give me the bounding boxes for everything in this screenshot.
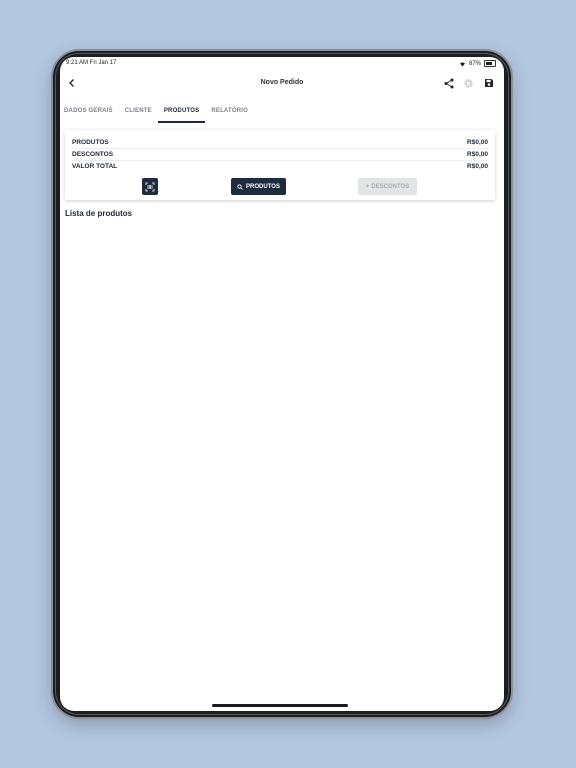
barcode-scan-icon [145, 182, 155, 191]
tab-cliente[interactable]: CLIENTE [119, 99, 158, 123]
cancel-icon[interactable] [464, 79, 473, 88]
summary-row-produtos: PRODUTOS R$0,00 [72, 137, 488, 149]
share-icon[interactable] [444, 78, 454, 89]
battery-icon [484, 60, 496, 67]
add-discount-button[interactable]: + DESCONTOS [358, 178, 417, 195]
barcode-scan-button[interactable] [142, 178, 158, 195]
app-screen: 9:21 AM Fri Jan 17 87% Novo Pedido DADOS… [60, 57, 504, 711]
status-bar: 9:21 AM Fri Jan 17 87% [60, 57, 504, 69]
plus-icon: + [365, 183, 370, 190]
nav-bar: Novo Pedido [60, 71, 504, 97]
wifi-icon [459, 62, 465, 66]
tab-dados-gerais[interactable]: DADOS GERAIS [60, 99, 119, 123]
summary-label: VALOR TOTAL [72, 163, 118, 170]
search-icon [237, 183, 243, 190]
status-time: 9:21 AM Fri Jan 17 [66, 60, 117, 66]
home-indicator [212, 704, 348, 707]
summary-value: R$0,00 [467, 139, 488, 146]
summary-label: PRODUTOS [72, 139, 109, 146]
order-summary-card: PRODUTOS R$0,00 DESCONTOS R$0,00 VALOR T… [65, 130, 495, 200]
battery-percent: 87% [468, 60, 481, 67]
page-title: Novo Pedido [260, 79, 304, 86]
save-icon[interactable] [484, 78, 494, 88]
summary-value: R$0,00 [467, 163, 488, 170]
search-products-label: PRODUTOS [246, 183, 280, 190]
product-list-title: Lista de produtos [65, 209, 133, 218]
add-discount-label: DESCONTOS [371, 183, 410, 190]
status-right: 87% [459, 60, 496, 67]
summary-row-valor-total: VALOR TOTAL R$0,00 [72, 161, 488, 172]
tab-relatorio[interactable]: RELATÓRIO [205, 99, 254, 123]
summary-label: DESCONTOS [72, 151, 114, 158]
tab-produtos[interactable]: PRODUTOS [157, 99, 206, 123]
summary-value: R$0,00 [467, 151, 488, 158]
tab-bar: DADOS GERAIS CLIENTE PRODUTOS RELATÓRIO [60, 99, 504, 123]
summary-row-descontos: DESCONTOS R$0,00 [72, 149, 488, 161]
search-products-button[interactable]: PRODUTOS [231, 178, 286, 195]
